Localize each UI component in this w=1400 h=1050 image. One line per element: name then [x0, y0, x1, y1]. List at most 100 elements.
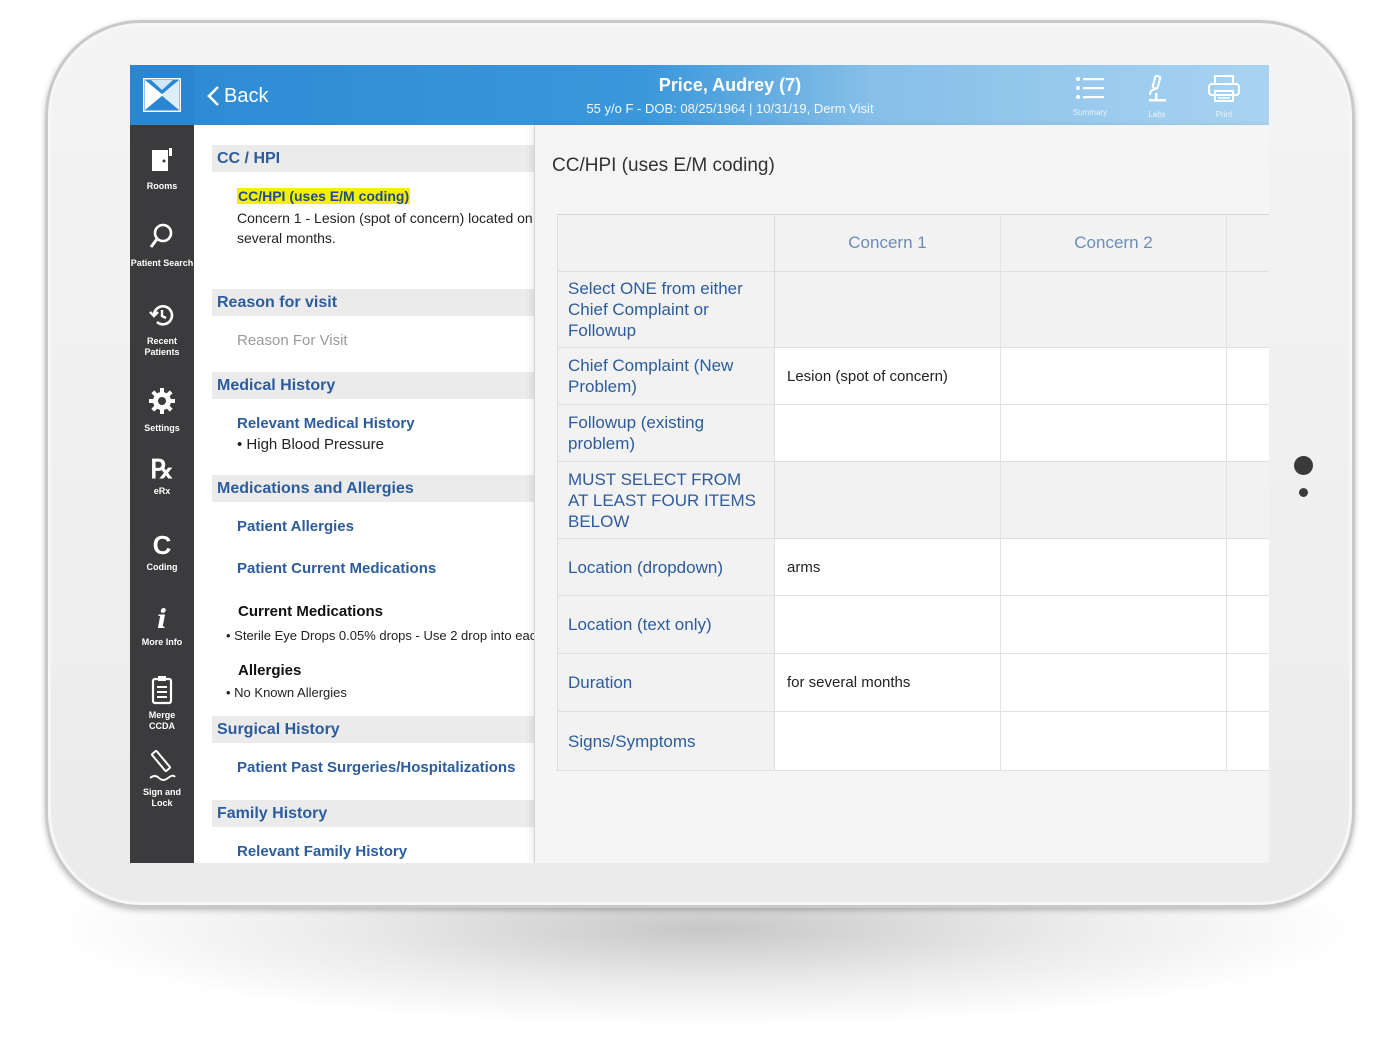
- cc-hpi-summary-line2: several months.: [237, 230, 336, 246]
- allergies-title: Allergies: [238, 662, 302, 679]
- note-outline: CC / HPI CC/HPI (uses E/M coding) Concer…: [194, 125, 534, 863]
- concern-grid: Concern 1 Concern 2 Select ONE from eith…: [557, 214, 1269, 771]
- nav-patient-search[interactable]: Patient Search: [130, 222, 194, 269]
- concern-1-cell[interactable]: arms: [775, 539, 1001, 595]
- search-icon: [149, 223, 173, 248]
- concern-2-cell[interactable]: [1001, 654, 1227, 711]
- nav-patient-search-label: Patient Search: [130, 258, 194, 268]
- concern-1-cell[interactable]: [775, 405, 1001, 461]
- row-label: Chief Complaint (New Problem): [557, 348, 775, 404]
- side-navigation: Rooms Patient Search Recent Patients Set…: [130, 125, 194, 863]
- print-label: Print: [1215, 110, 1233, 119]
- patient-info: 55 y/o F - DOB: 08/25/1964 | 10/31/19, D…: [586, 101, 874, 116]
- current-medications-title: Current Medications: [238, 603, 384, 620]
- back-button[interactable]: Back: [206, 83, 268, 109]
- nav-rooms-label: Rooms: [146, 181, 178, 191]
- row-label: Duration: [557, 654, 775, 711]
- app-logo[interactable]: [130, 65, 194, 125]
- sensor-icon: [1299, 488, 1308, 497]
- print-button[interactable]: Print: [1194, 75, 1254, 119]
- grid-row: Signs/Symptoms: [557, 712, 1269, 771]
- labs-button[interactable]: Labs: [1127, 74, 1187, 119]
- section-family-history[interactable]: Family History: [212, 800, 534, 827]
- patient-current-medications-link[interactable]: Patient Current Medications: [237, 560, 436, 577]
- nav-coding-label: Coding: [146, 562, 178, 572]
- grid-row: Followup (existing problem): [557, 405, 1269, 462]
- concern-1-cell[interactable]: Lesion (spot of concern): [775, 348, 1001, 404]
- nav-sign-lock[interactable]: Sign and Lock: [130, 750, 194, 809]
- extra-cell: [1227, 348, 1269, 404]
- concern-1-cell[interactable]: for several months: [775, 654, 1001, 711]
- column-header-concern-1[interactable]: Concern 1: [775, 215, 1001, 271]
- concern-1-cell[interactable]: [775, 712, 1001, 770]
- device-shadow: [60, 905, 1350, 1025]
- microscope-icon: [1149, 74, 1166, 102]
- concern-1-cell[interactable]: [775, 462, 1001, 538]
- concern-2-cell[interactable]: [1001, 712, 1227, 770]
- medical-history-item: • High Blood Pressure: [237, 436, 384, 453]
- grid-row: Location (dropdown) arms: [557, 539, 1269, 596]
- row-label: Select ONE from either Chief Complaint o…: [557, 272, 775, 347]
- nav-merge-ccda[interactable]: Merge CCDA: [130, 675, 194, 732]
- cc-hpi-highlight[interactable]: CC/HPI (uses E/M coding): [237, 188, 411, 204]
- reason-for-visit-field[interactable]: Reason For Visit: [237, 332, 348, 349]
- relevant-medical-history-link[interactable]: Relevant Medical History: [237, 415, 415, 432]
- nav-more-info[interactable]: i More Info: [130, 606, 194, 648]
- row-label: Signs/Symptoms: [557, 712, 775, 770]
- camera-icon: [1294, 456, 1313, 475]
- extra-cell: [1227, 596, 1269, 653]
- nav-recent-patients-label: Recent Patients: [144, 336, 180, 357]
- concern-2-cell[interactable]: [1001, 462, 1227, 538]
- gear-icon: [149, 388, 175, 414]
- concern-2-cell[interactable]: [1001, 596, 1227, 653]
- section-surgical-history[interactable]: Surgical History: [212, 716, 534, 743]
- extra-cell: [1227, 654, 1269, 711]
- grid-row: Chief Complaint (New Problem) Lesion (sp…: [557, 348, 1269, 405]
- row-label: Followup (existing problem): [557, 405, 775, 461]
- nav-coding[interactable]: C Coding: [130, 531, 194, 573]
- info-icon: i: [157, 605, 167, 635]
- labs-label: Labs: [1148, 110, 1166, 119]
- door-icon: [152, 148, 172, 171]
- extra-cell: [1227, 272, 1269, 347]
- summary-button[interactable]: Summary: [1060, 75, 1120, 117]
- section-medical-history[interactable]: Medical History: [212, 372, 534, 399]
- allergy-item: • No Known Allergies: [226, 685, 347, 700]
- grid-row: Location (text only): [557, 596, 1269, 654]
- printer-icon: [1208, 75, 1240, 102]
- rx-icon: ℞: [150, 454, 174, 484]
- extra-cell: [1227, 405, 1269, 461]
- concern-2-cell[interactable]: [1001, 405, 1227, 461]
- summary-label: Summary: [1072, 108, 1108, 117]
- app-screen: Back Price, Audrey (7) 55 y/o F - DOB: 0…: [130, 65, 1269, 863]
- patient-name: Price, Audrey (7): [658, 75, 802, 95]
- current-medication-item: • Sterile Eye Drops 0.05% drops - Use 2 …: [226, 628, 534, 643]
- section-reason-for-visit[interactable]: Reason for visit: [212, 289, 534, 316]
- pen-icon: [149, 750, 176, 781]
- concern-1-cell[interactable]: [775, 596, 1001, 653]
- grid-row: Select ONE from either Chief Complaint o…: [557, 272, 1269, 348]
- nav-erx[interactable]: ℞ eRx: [130, 455, 194, 497]
- nav-more-info-label: More Info: [141, 637, 183, 647]
- column-header-concern-2[interactable]: Concern 2: [1001, 215, 1227, 271]
- logo-icon: [143, 78, 181, 112]
- patient-allergies-link[interactable]: Patient Allergies: [237, 518, 354, 535]
- section-cc-hpi[interactable]: CC / HPI: [212, 145, 534, 172]
- nav-settings-label: Settings: [144, 423, 180, 433]
- concern-2-cell[interactable]: [1001, 348, 1227, 404]
- nav-recent-patients[interactable]: Recent Patients: [130, 302, 194, 358]
- nav-rooms[interactable]: Rooms: [130, 147, 194, 192]
- section-medications-allergies[interactable]: Medications and Allergies: [212, 475, 534, 502]
- concern-2-cell[interactable]: [1001, 539, 1227, 595]
- detail-panel: CC/HPI (uses E/M coding) Concern 1 Conce…: [534, 125, 1269, 863]
- concern-1-cell[interactable]: [775, 272, 1001, 347]
- row-label: MUST SELECT FROM AT LEAST FOUR ITEMS BEL…: [557, 462, 775, 538]
- concern-2-cell[interactable]: [1001, 272, 1227, 347]
- coding-icon: C: [152, 530, 172, 560]
- clipboard-icon: [151, 676, 173, 705]
- past-surgeries-link[interactable]: Patient Past Surgeries/Hospitalizations: [237, 759, 515, 776]
- nav-settings[interactable]: Settings: [130, 387, 194, 434]
- nav-sign-lock-label: Sign and Lock: [143, 787, 181, 808]
- nav-merge-ccda-label: Merge CCDA: [148, 710, 176, 731]
- relevant-family-history-link[interactable]: Relevant Family History: [237, 843, 407, 860]
